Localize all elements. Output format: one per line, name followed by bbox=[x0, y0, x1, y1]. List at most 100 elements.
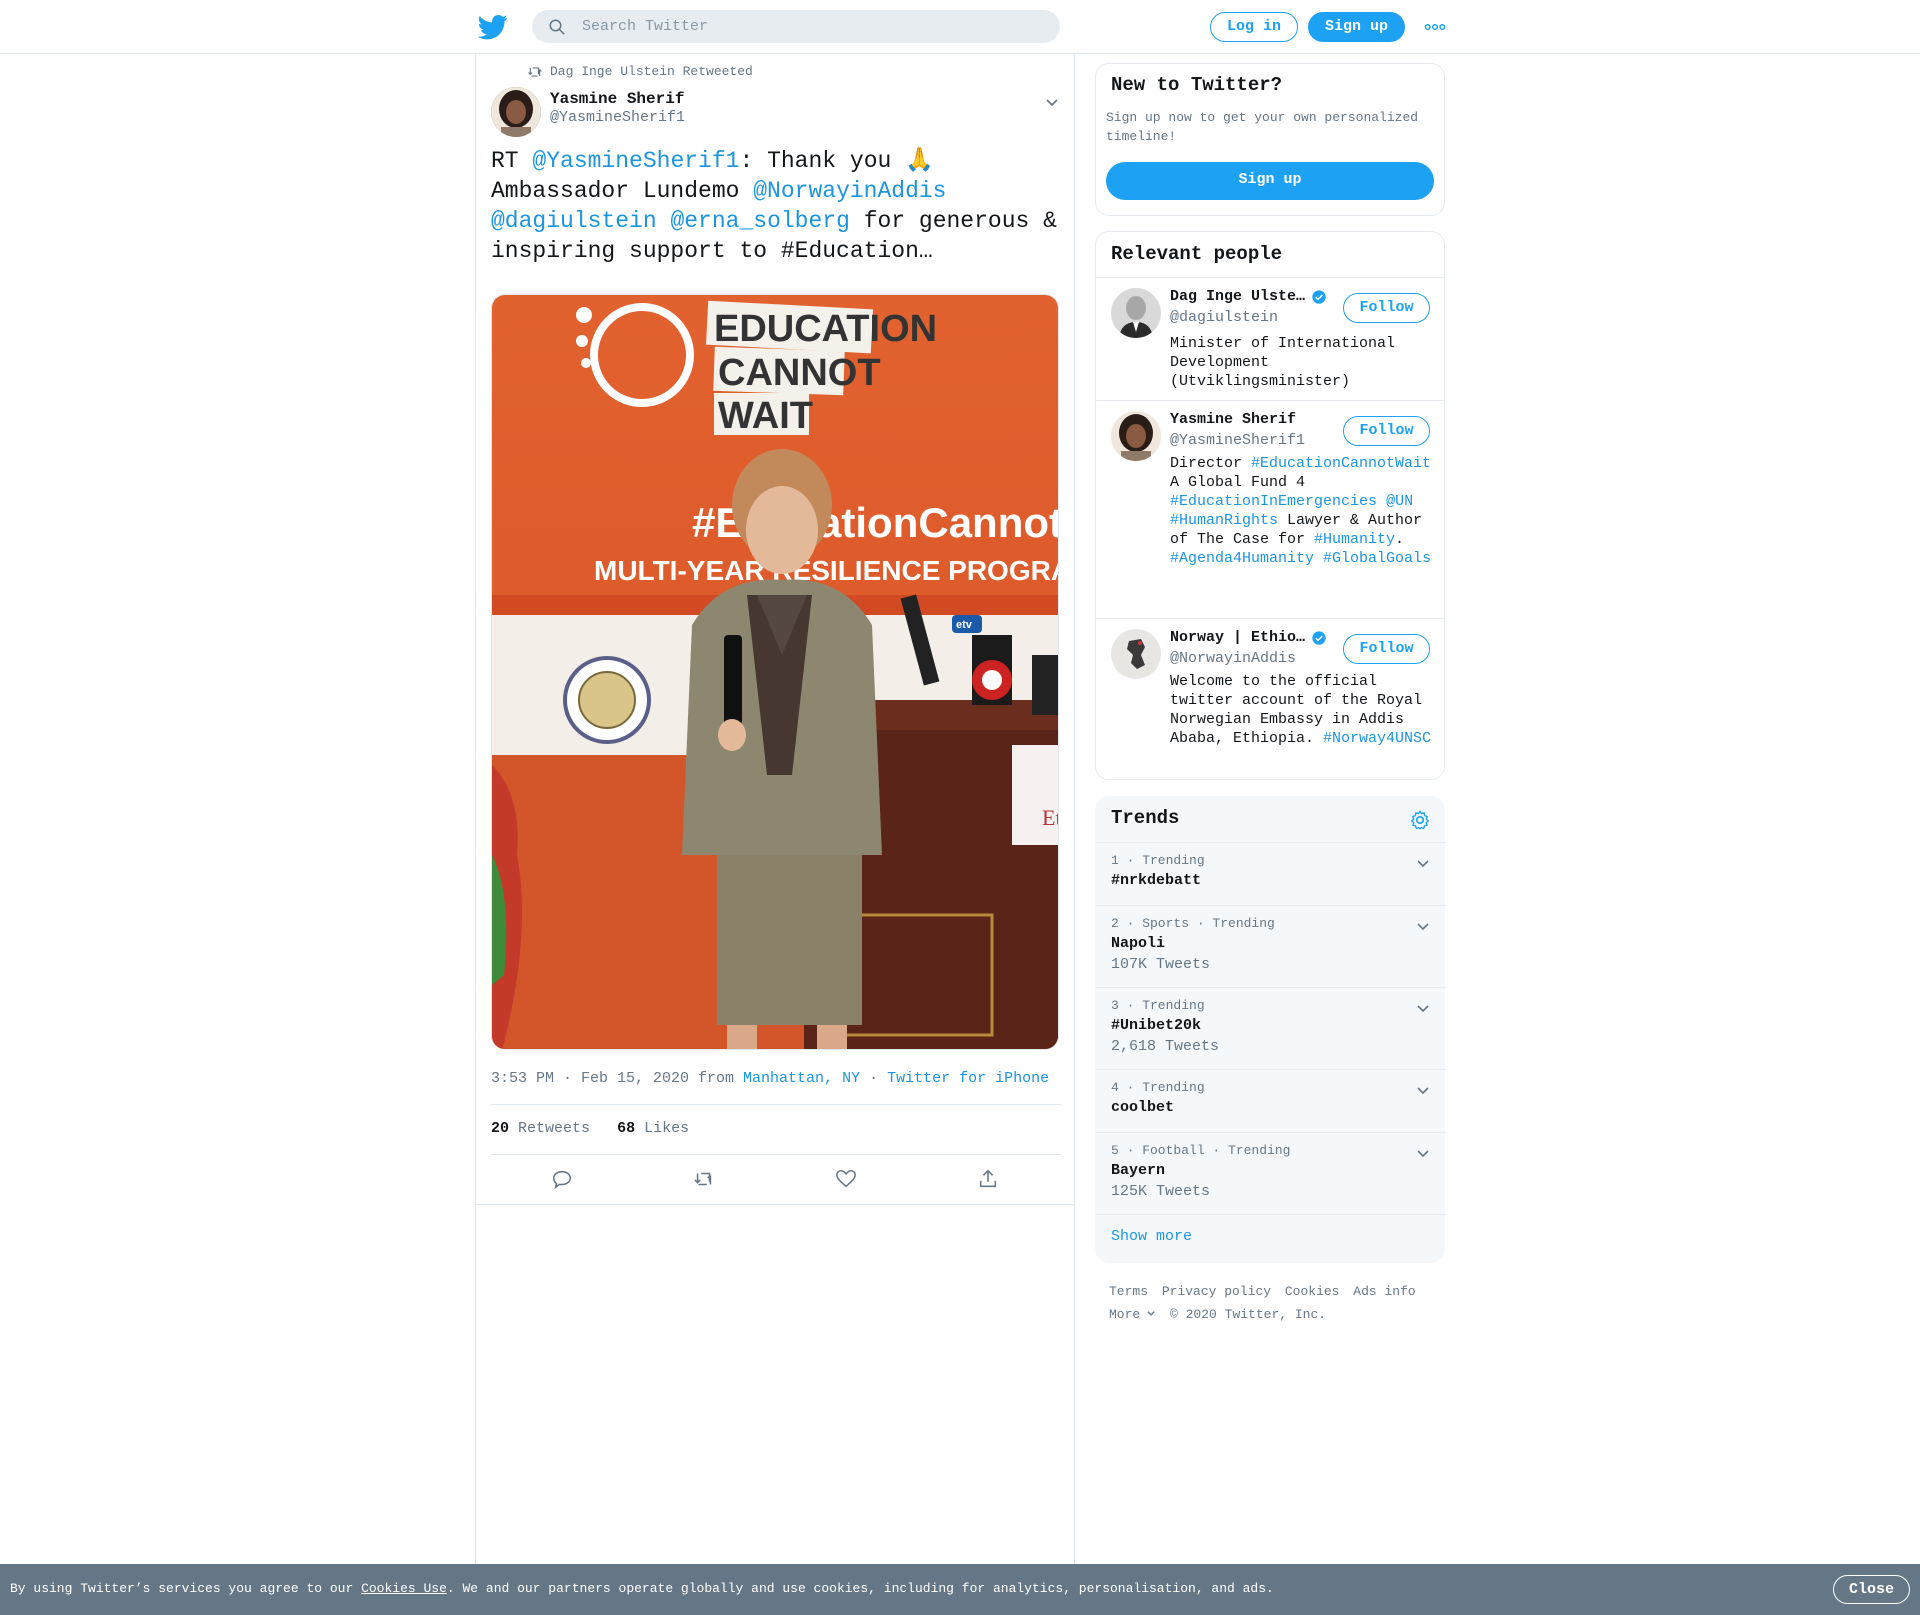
mention-link[interactable]: @erna_solberg bbox=[670, 208, 849, 234]
tweet-column: Dag Inge Ulstein Retweeted Yasmine Sheri… bbox=[475, 54, 1075, 1564]
chevron-down-icon bbox=[1147, 1311, 1155, 1316]
hashtag-link[interactable]: #Agenda4Humanity bbox=[1170, 550, 1314, 567]
likes-label[interactable]: Likes bbox=[644, 1120, 689, 1137]
image-text: WAIT bbox=[718, 395, 813, 437]
person-name[interactable]: Norway | Ethio… bbox=[1170, 629, 1327, 646]
hashtag-link[interactable]: #Humanity bbox=[1314, 531, 1395, 548]
retweet-count[interactable]: 20 bbox=[491, 1120, 509, 1137]
hashtag-link[interactable]: #EducationInEmergencies bbox=[1170, 493, 1377, 510]
trend-name[interactable]: Napoli bbox=[1111, 935, 1165, 952]
chevron-down-icon[interactable] bbox=[1415, 1082, 1431, 1098]
location-link[interactable]: Manhattan, NY bbox=[743, 1070, 860, 1087]
person-item[interactable]: Norway | Ethio… @NorwayinAddis Follow We… bbox=[1096, 618, 1444, 779]
person-name-text[interactable]: Yasmine Sherif bbox=[1170, 411, 1296, 428]
gear-icon[interactable] bbox=[1409, 809, 1431, 831]
footer-more-button[interactable]: More bbox=[1109, 1307, 1156, 1322]
login-button[interactable]: Log in bbox=[1210, 12, 1298, 42]
person-name-text[interactable]: Dag Inge Ulste… bbox=[1170, 288, 1305, 305]
top-bar: Log in Sign up bbox=[0, 0, 1920, 54]
footer-link-privacy[interactable]: Privacy policy bbox=[1162, 1284, 1271, 1299]
retweets-label[interactable]: Retweets bbox=[518, 1120, 590, 1137]
source-link[interactable]: Twitter for iPhone bbox=[887, 1070, 1049, 1087]
cookie-text-before: By using Twitter’s services you agree to… bbox=[10, 1581, 362, 1596]
mention-link[interactable]: @NorwayinAddis bbox=[753, 178, 946, 204]
cookie-text: By using Twitter’s services you agree to… bbox=[10, 1581, 1274, 1596]
follow-button[interactable]: Follow bbox=[1343, 634, 1430, 664]
trend-item[interactable]: 3 · Trending #Unibet20k 2,618 Tweets bbox=[1096, 987, 1446, 1069]
trend-name[interactable]: Bayern bbox=[1111, 1162, 1165, 1179]
trends-card: Trends 1 · Trending #nrkdebatt 2 · Sport… bbox=[1095, 796, 1446, 1263]
author-name[interactable]: Yasmine Sherif bbox=[550, 90, 684, 108]
new-to-twitter-card: New to Twitter? Sign up now to get your … bbox=[1095, 63, 1445, 216]
person-name[interactable]: Dag Inge Ulste… bbox=[1170, 288, 1327, 305]
copyright-text: © 2020 Twitter, Inc. bbox=[1170, 1307, 1327, 1322]
trend-name[interactable]: #nrkdebatt bbox=[1111, 872, 1201, 889]
tweet-photo[interactable]: EDUCATION CANNOT WAIT #EducationCannotWa… bbox=[491, 294, 1059, 1050]
divider bbox=[476, 1204, 1074, 1205]
show-more-link[interactable]: Show more bbox=[1111, 1228, 1192, 1245]
retweet-icon[interactable] bbox=[693, 1168, 715, 1190]
mention-link[interactable]: @UN bbox=[1386, 493, 1413, 510]
footer-link-terms[interactable]: Terms bbox=[1109, 1284, 1148, 1299]
search-input[interactable] bbox=[582, 10, 1042, 43]
trend-name[interactable]: #Unibet20k bbox=[1111, 1017, 1201, 1034]
footer-links: Terms Privacy policy Cookies Ads info Mo… bbox=[1109, 1280, 1439, 1326]
hashtag-link[interactable]: #EducationCannotWait bbox=[1251, 455, 1431, 472]
mention-link[interactable]: @YasmineSherif1 bbox=[532, 148, 739, 174]
trend-item[interactable]: 5 · Football · Trending Bayern 125K Twee… bbox=[1096, 1132, 1446, 1214]
footer-link-cookies[interactable]: Cookies bbox=[1285, 1284, 1340, 1299]
person-handle[interactable]: @NorwayinAddis bbox=[1170, 650, 1296, 667]
avatar[interactable] bbox=[1111, 288, 1161, 338]
bio-text: A Global Fund 4 bbox=[1170, 474, 1306, 491]
like-count[interactable]: 68 bbox=[617, 1120, 635, 1137]
trend-name[interactable]: coolbet bbox=[1111, 1099, 1174, 1116]
avatar[interactable] bbox=[1111, 629, 1161, 679]
trend-item[interactable]: 4 · Trending coolbet bbox=[1096, 1069, 1446, 1132]
card-title: New to Twitter? bbox=[1111, 74, 1283, 96]
cookies-use-link[interactable]: Cookies Use bbox=[361, 1581, 447, 1596]
mention-link[interactable]: @dagiulstein bbox=[491, 208, 657, 234]
person-item[interactable]: Dag Inge Ulste… @dagiulstein Follow Mini… bbox=[1096, 277, 1444, 400]
avatar[interactable] bbox=[491, 87, 541, 137]
bio-text: . bbox=[1395, 531, 1405, 548]
trend-meta: 2 · Sports · Trending bbox=[1111, 916, 1275, 931]
person-bio: Director #EducationCannotWait A Global F… bbox=[1170, 454, 1432, 568]
image-text: Eth bbox=[1042, 805, 1059, 830]
divider bbox=[491, 1104, 1061, 1105]
person-handle[interactable]: @YasmineSherif1 bbox=[1170, 432, 1305, 449]
signup-button[interactable]: Sign up bbox=[1106, 162, 1434, 200]
chevron-down-icon[interactable] bbox=[1415, 855, 1431, 871]
footer-link-ads[interactable]: Ads info bbox=[1353, 1284, 1415, 1299]
trend-item[interactable]: 2 · Sports · Trending Napoli 107K Tweets bbox=[1096, 905, 1446, 987]
person-handle[interactable]: @dagiulstein bbox=[1170, 309, 1278, 326]
hashtag-link[interactable]: #Norway4UNSC bbox=[1323, 730, 1431, 747]
share-icon[interactable] bbox=[977, 1168, 999, 1190]
hashtag-link[interactable]: #HumanRights bbox=[1170, 512, 1278, 529]
reply-icon[interactable] bbox=[551, 1168, 573, 1190]
person-name-text[interactable]: Norway | Ethio… bbox=[1170, 629, 1305, 646]
avatar[interactable] bbox=[1111, 411, 1161, 461]
cookie-banner: By using Twitter’s services you agree to… bbox=[0, 1564, 1920, 1615]
search-box[interactable] bbox=[532, 10, 1060, 43]
trend-meta: 5 · Football · Trending bbox=[1111, 1143, 1291, 1158]
follow-button[interactable]: Follow bbox=[1343, 293, 1430, 323]
tweet-time[interactable]: 3:53 PM · Feb 15, 2020 from bbox=[491, 1070, 743, 1087]
tweet-text: RT @YasmineSherif1: Thank you 🙏 Ambassad… bbox=[491, 146, 1061, 266]
bio-text bbox=[1377, 493, 1386, 510]
footer-more-label[interactable]: More bbox=[1109, 1307, 1140, 1322]
like-icon[interactable] bbox=[835, 1168, 857, 1190]
chevron-down-icon[interactable] bbox=[1415, 1000, 1431, 1016]
person-item[interactable]: Yasmine Sherif @YasmineSherif1 Follow Di… bbox=[1096, 400, 1444, 618]
person-name[interactable]: Yasmine Sherif bbox=[1170, 411, 1296, 428]
follow-button[interactable]: Follow bbox=[1343, 416, 1430, 446]
chevron-down-icon[interactable] bbox=[1415, 1145, 1431, 1161]
twitter-logo-icon[interactable] bbox=[478, 12, 508, 42]
chevron-down-icon[interactable] bbox=[1415, 918, 1431, 934]
hashtag-link[interactable]: #GlobalGoals bbox=[1323, 550, 1431, 567]
chevron-down-icon[interactable] bbox=[1044, 94, 1060, 110]
more-dots-icon[interactable] bbox=[1424, 18, 1446, 36]
close-button[interactable]: Close bbox=[1833, 1575, 1910, 1604]
trend-item[interactable]: 1 · Trending #nrkdebatt bbox=[1096, 842, 1446, 905]
signup-button[interactable]: Sign up bbox=[1308, 12, 1405, 42]
author-handle[interactable]: @YasmineSherif1 bbox=[550, 109, 685, 126]
